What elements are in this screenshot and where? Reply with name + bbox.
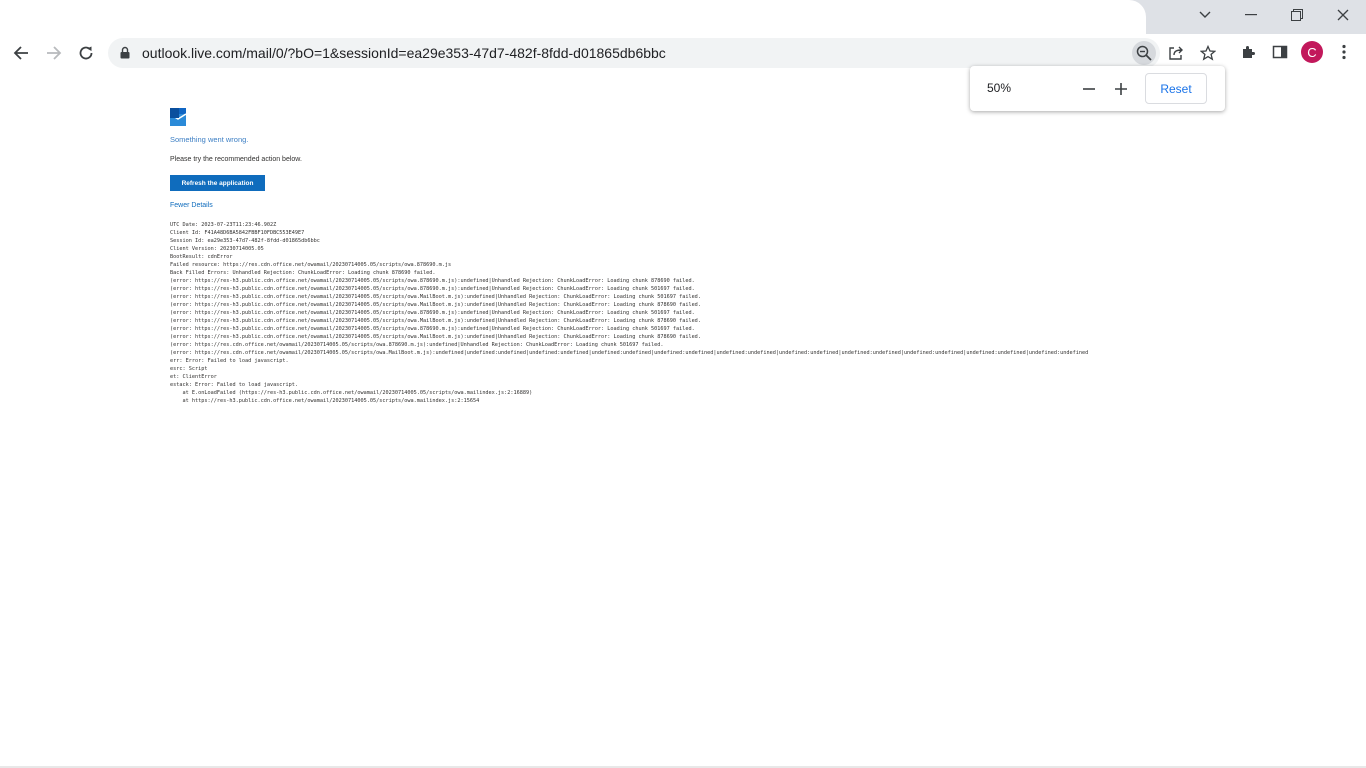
profile-initial: C	[1301, 41, 1323, 63]
detail-line: (error: https://res-h3.public.cdn.office…	[170, 278, 695, 284]
detail-line: (error: https://res.cdn.office.net/owama…	[170, 342, 664, 348]
title-bar	[0, 0, 1366, 34]
error-subtitle: Please try the recommended action below.	[170, 156, 302, 163]
detail-line: et: ClientError	[170, 374, 217, 380]
detail-line: at https://res-h3.public.cdn.office.net/…	[170, 398, 480, 404]
detail-line: Client Id: F41A48D6BA5842FBBF10FDBC553E4…	[170, 230, 305, 236]
detail-line: (error: https://res-h3.public.cdn.office…	[170, 310, 695, 316]
error-details: UTC Date: 2023-07-23T11:23:46.902Z Clien…	[170, 221, 1230, 405]
detail-line: estack: Error: Failed to load javascript…	[170, 382, 299, 388]
profile-avatar[interactable]: C	[1298, 38, 1326, 66]
detail-line: (error: https://res-h3.public.cdn.office…	[170, 286, 695, 292]
refresh-application-button[interactable]: Refresh the application	[170, 175, 265, 191]
restore-button[interactable]	[1274, 0, 1320, 30]
forward-button[interactable]	[39, 38, 69, 68]
more-menu-icon[interactable]	[1330, 38, 1358, 66]
detail-line: Back Filled Errors: Unhandled Rejection:…	[170, 270, 436, 276]
zoom-reset-button[interactable]: Reset	[1145, 73, 1207, 104]
detail-line: Client Version: 20230714005.05	[170, 246, 264, 252]
minimize-button[interactable]	[1228, 0, 1274, 30]
address-bar[interactable]: outlook.live.com/mail/0/?bO=1&sessionId=…	[108, 38, 1216, 68]
zoom-minus-button[interactable]	[1075, 75, 1103, 103]
detail-line: err: Error: Failed to load javascript.	[170, 358, 289, 364]
detail-line: (error: https://res-h3.public.cdn.office…	[170, 334, 701, 340]
fewer-details-link[interactable]: Fewer Details	[170, 202, 213, 209]
bookmark-star-icon[interactable]	[1196, 41, 1220, 65]
reload-button[interactable]	[71, 38, 101, 68]
detail-line: Failed resource: https://res.cdn.office.…	[170, 262, 452, 268]
detail-line: Session Id: ea29e353-47d7-482f-8fdd-d018…	[170, 238, 320, 244]
zoom-plus-button[interactable]	[1107, 75, 1135, 103]
close-window-button[interactable]	[1320, 0, 1366, 30]
url-text[interactable]: outlook.live.com/mail/0/?bO=1&sessionId=…	[142, 38, 666, 68]
detail-line: at E.onLoadFailed (https://res-h3.public…	[170, 390, 533, 396]
zoom-level: 50%	[987, 81, 1012, 95]
tab-search-icon[interactable]	[1182, 0, 1228, 30]
detail-line: (error: https://res-h3.public.cdn.office…	[170, 302, 701, 308]
detail-line: (error: https://res.cdn.office.net/owama…	[170, 350, 1089, 356]
zoom-out-icon[interactable]	[1132, 41, 1156, 65]
share-icon[interactable]	[1164, 41, 1188, 65]
active-tab[interactable]	[0, 0, 1146, 34]
detail-line: esrc: Script	[170, 366, 208, 372]
detail-line: BootResult: cdnError	[170, 254, 233, 260]
extensions-icon[interactable]	[1234, 38, 1262, 66]
detail-line: (error: https://res-h3.public.cdn.office…	[170, 318, 701, 324]
back-button[interactable]	[6, 38, 36, 68]
detail-line: (error: https://res-h3.public.cdn.office…	[170, 294, 701, 300]
outlook-logo-icon	[169, 108, 187, 126]
detail-line: UTC Date: 2023-07-23T11:23:46.902Z	[170, 222, 277, 228]
lock-icon[interactable]	[120, 46, 130, 64]
error-title: Something went wrong.	[170, 135, 249, 144]
zoom-popup: 50% Reset	[970, 66, 1225, 111]
detail-line: (error: https://res-h3.public.cdn.office…	[170, 326, 695, 332]
side-panel-icon[interactable]	[1266, 38, 1294, 66]
